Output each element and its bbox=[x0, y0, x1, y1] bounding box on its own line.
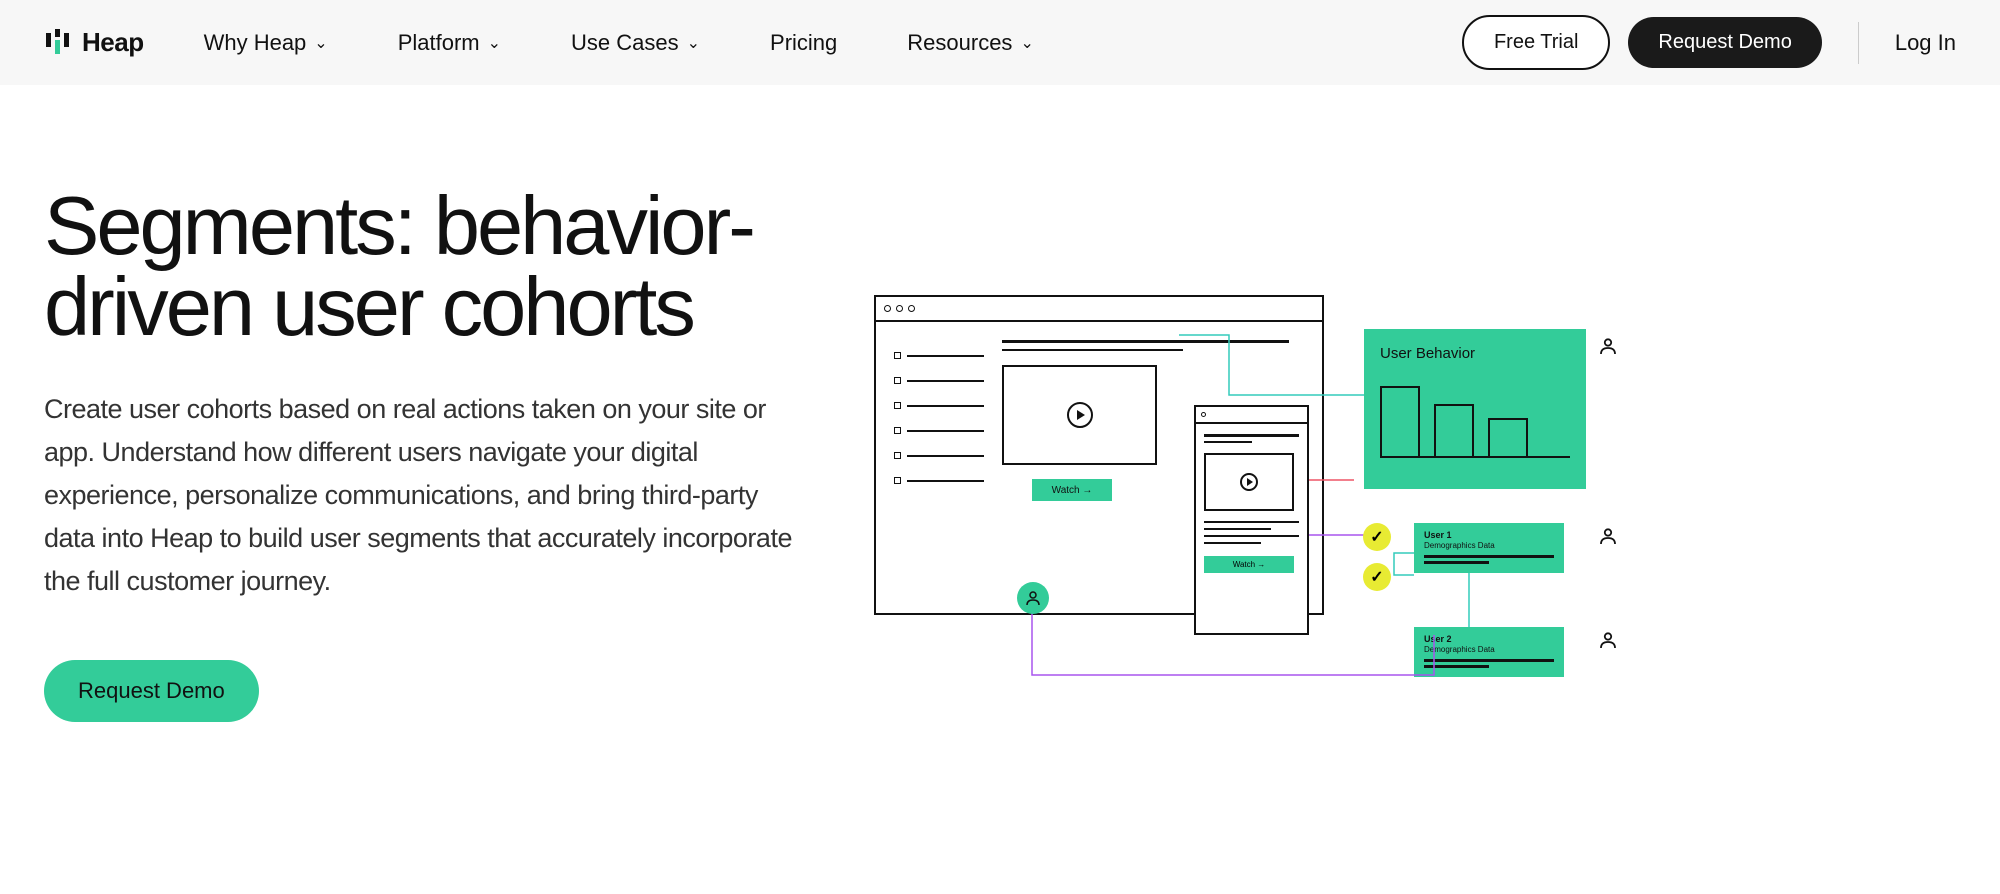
illus-window-mobile: Watch → bbox=[1194, 405, 1309, 635]
header-actions: Free Trial Request Demo Log In bbox=[1462, 15, 1956, 70]
play-icon bbox=[1002, 365, 1157, 465]
nav-label: Why Heap bbox=[204, 30, 307, 56]
check-badge: ✓ bbox=[1363, 523, 1391, 551]
nav-label: Resources bbox=[907, 30, 1012, 56]
logo-icon bbox=[44, 29, 72, 57]
illus-user1-panel: User 1 Demographics Data bbox=[1414, 523, 1564, 573]
hero-title: Segments: behavior-driven user cohorts bbox=[44, 185, 814, 348]
illus-user2-panel: User 2 Demographics Data bbox=[1414, 627, 1564, 677]
person-icon bbox=[1599, 337, 1617, 355]
request-demo-button[interactable]: Request Demo bbox=[1628, 17, 1821, 68]
hero-subtitle: Create user cohorts based on real action… bbox=[44, 388, 814, 604]
chevron-down-icon: ⌄ bbox=[1020, 33, 1033, 53]
hero-cta-button[interactable]: Request Demo bbox=[44, 660, 259, 722]
nav-label: Pricing bbox=[770, 30, 837, 56]
chevron-down-icon: ⌄ bbox=[488, 33, 501, 53]
free-trial-button[interactable]: Free Trial bbox=[1462, 15, 1610, 70]
hero-section: Segments: behavior-driven user cohorts C… bbox=[0, 85, 2000, 815]
nav-resources[interactable]: Resources ⌄ bbox=[907, 30, 1034, 56]
check-badge: ✓ bbox=[1363, 563, 1391, 591]
watch-badge: Watch → bbox=[1032, 479, 1112, 501]
nav-why-heap[interactable]: Why Heap ⌄ bbox=[204, 30, 328, 56]
user-icon bbox=[1017, 582, 1049, 614]
person-icon bbox=[1599, 631, 1617, 649]
play-icon bbox=[1204, 453, 1294, 511]
nav-use-cases[interactable]: Use Cases ⌄ bbox=[571, 30, 700, 56]
nav-pricing[interactable]: Pricing bbox=[770, 30, 837, 56]
chevron-down-icon: ⌄ bbox=[687, 33, 700, 53]
divider bbox=[1858, 22, 1859, 64]
nav-platform[interactable]: Platform ⌄ bbox=[398, 30, 501, 56]
nav-label: Use Cases bbox=[571, 30, 679, 56]
watch-badge: Watch → bbox=[1204, 556, 1294, 573]
logo-text: Heap bbox=[82, 27, 144, 58]
logo[interactable]: Heap bbox=[44, 27, 144, 58]
main-header: Heap Why Heap ⌄ Platform ⌄ Use Cases ⌄ P… bbox=[0, 0, 2000, 85]
hero-illustration: Watch → Watch → bbox=[874, 185, 1956, 755]
illus-behavior-panel: User Behavior bbox=[1364, 329, 1586, 489]
chevron-down-icon: ⌄ bbox=[314, 33, 327, 53]
main-nav: Why Heap ⌄ Platform ⌄ Use Cases ⌄ Pricin… bbox=[204, 30, 1462, 56]
login-link[interactable]: Log In bbox=[1895, 30, 1956, 56]
nav-label: Platform bbox=[398, 30, 480, 56]
hero-content: Segments: behavior-driven user cohorts C… bbox=[44, 185, 814, 755]
person-icon bbox=[1599, 527, 1617, 545]
